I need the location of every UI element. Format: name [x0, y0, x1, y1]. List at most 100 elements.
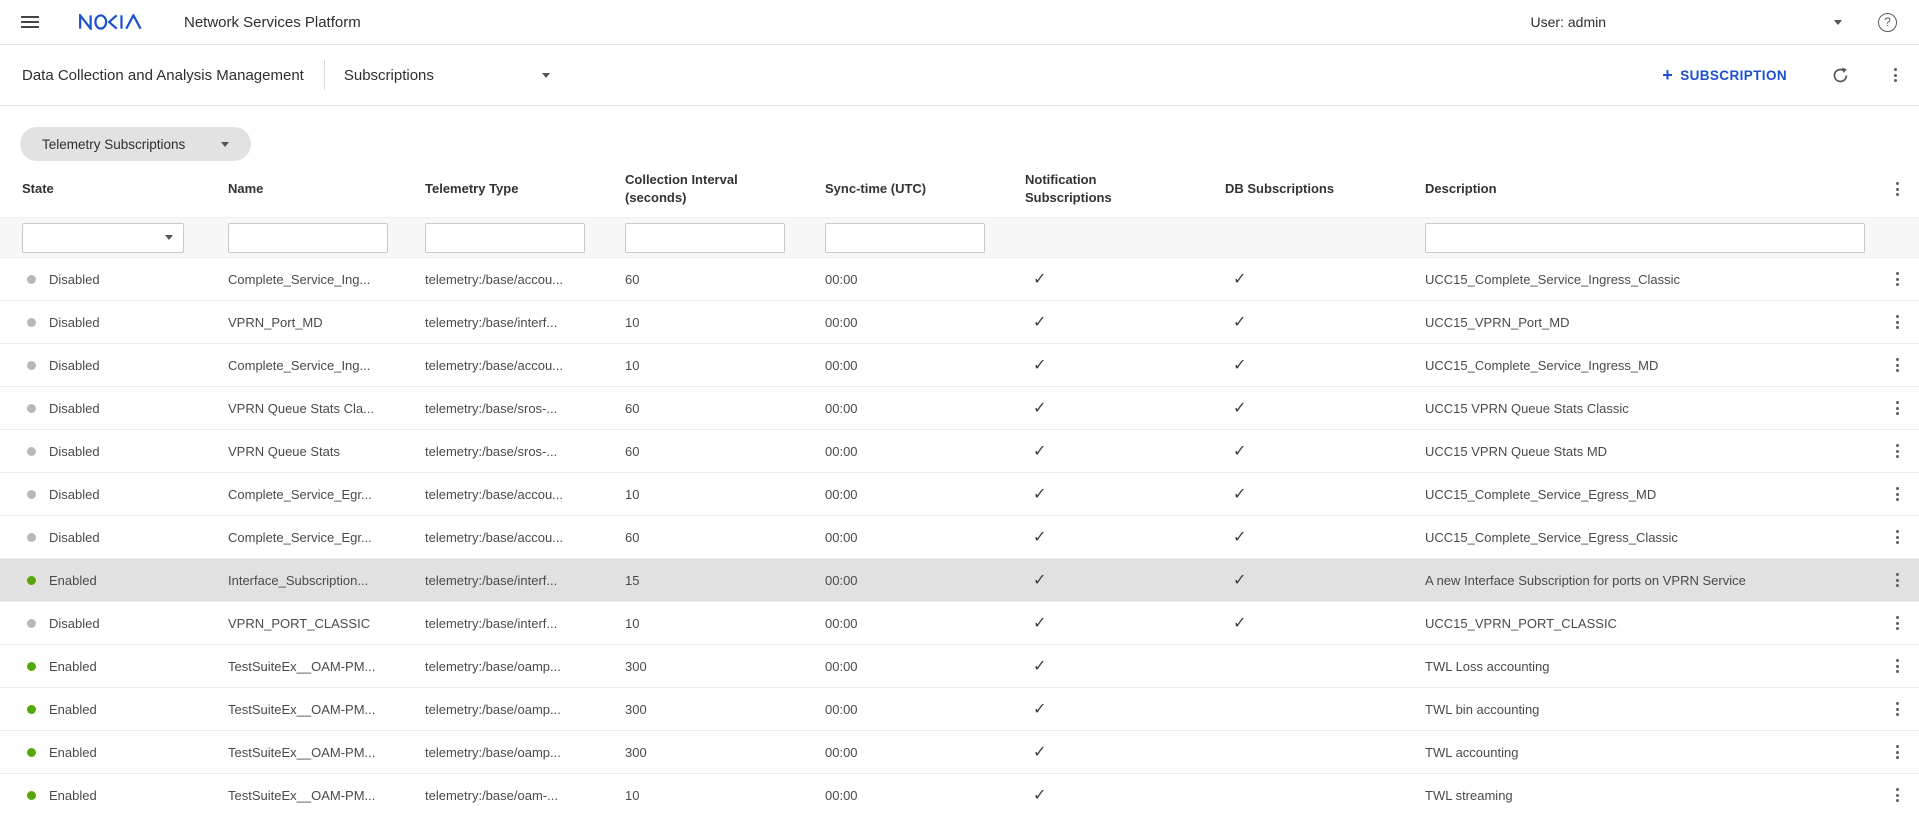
- sync-time-filter-input[interactable]: [825, 223, 985, 253]
- row-actions-menu[interactable]: [1892, 567, 1903, 592]
- sync-time-cell: 00:00: [825, 272, 1025, 287]
- state-label: Disabled: [49, 272, 100, 287]
- collection-interval-cell: 10: [625, 788, 825, 803]
- telemetry-type-filter-input[interactable]: [425, 223, 585, 253]
- plus-icon: +: [1662, 65, 1673, 86]
- name-cell: Complete_Service_Egr...: [228, 530, 425, 545]
- collection-interval-filter-input[interactable]: [625, 223, 785, 253]
- table-row[interactable]: Disabled VPRN_Port_MD telemetry:/base/in…: [0, 301, 1919, 344]
- table-settings-menu[interactable]: [1892, 176, 1903, 201]
- sync-time-cell: 00:00: [825, 401, 1025, 416]
- add-subscription-button[interactable]: + SUBSCRIPTION: [1662, 65, 1787, 86]
- telemetry-type-cell: telemetry:/base/accou...: [425, 487, 625, 502]
- collection-interval-cell: 300: [625, 659, 825, 674]
- row-actions-menu[interactable]: [1892, 438, 1903, 463]
- table-row[interactable]: Enabled TestSuiteEx__OAM-PM... telemetry…: [0, 731, 1919, 774]
- help-icon[interactable]: ?: [1878, 13, 1897, 32]
- notification-check: ✓: [1025, 742, 1225, 762]
- row-actions-menu[interactable]: [1892, 610, 1903, 635]
- table-row[interactable]: Disabled Complete_Service_Egr... telemet…: [0, 473, 1919, 516]
- description-cell: UCC15 VPRN Queue Stats MD: [1425, 444, 1875, 459]
- table-row[interactable]: Disabled Complete_Service_Ing... telemet…: [0, 258, 1919, 301]
- name-cell: Complete_Service_Egr...: [228, 487, 425, 502]
- table-row[interactable]: Enabled Interface_Subscription... teleme…: [0, 559, 1919, 602]
- table-filter-row: [0, 217, 1919, 258]
- telemetry-type-cell: telemetry:/base/accou...: [425, 358, 625, 373]
- table-row[interactable]: Enabled TestSuiteEx__OAM-PM... telemetry…: [0, 688, 1919, 731]
- chip-label: Telemetry Subscriptions: [42, 137, 185, 152]
- table-row[interactable]: Disabled Complete_Service_Egr... telemet…: [0, 516, 1919, 559]
- view-selector-dropdown[interactable]: Subscriptions: [344, 67, 550, 84]
- hamburger-menu-icon[interactable]: [21, 13, 39, 31]
- table-row[interactable]: Enabled TestSuiteEx__OAM-PM... telemetry…: [0, 774, 1919, 815]
- collection-interval-cell: 300: [625, 745, 825, 760]
- telemetry-type-cell: telemetry:/base/accou...: [425, 272, 625, 287]
- row-actions-menu[interactable]: [1892, 739, 1903, 764]
- table-row[interactable]: Disabled Complete_Service_Ing... telemet…: [0, 344, 1919, 387]
- notification-check: ✓: [1025, 441, 1225, 461]
- row-actions-menu[interactable]: [1892, 653, 1903, 678]
- name-filter-input[interactable]: [228, 223, 388, 253]
- state-label: Enabled: [49, 659, 97, 674]
- db-check: ✓: [1225, 484, 1425, 504]
- column-header-state[interactable]: State: [22, 180, 172, 198]
- description-filter-input[interactable]: [1425, 223, 1865, 253]
- state-dot: [27, 748, 36, 757]
- notification-check: ✓: [1025, 699, 1225, 719]
- collection-interval-cell: 10: [625, 487, 825, 502]
- column-header-description[interactable]: Description: [1425, 180, 1575, 198]
- description-cell: UCC15_Complete_Service_Egress_MD: [1425, 487, 1875, 502]
- row-actions-menu[interactable]: [1892, 782, 1903, 807]
- row-actions-menu[interactable]: [1892, 524, 1903, 549]
- column-header-collection-interval[interactable]: Collection Interval (seconds): [625, 171, 775, 206]
- description-cell: UCC15_Complete_Service_Ingress_Classic: [1425, 272, 1875, 287]
- table-row[interactable]: Enabled TestSuiteEx__OAM-PM... telemetry…: [0, 645, 1919, 688]
- sync-time-cell: 00:00: [825, 659, 1025, 674]
- page-toolbar: Data Collection and Analysis Management …: [0, 45, 1919, 106]
- name-cell: TestSuiteEx__OAM-PM...: [228, 659, 425, 674]
- db-check: ✓: [1225, 355, 1425, 375]
- telemetry-type-cell: telemetry:/base/oamp...: [425, 659, 625, 674]
- view-selector-value: Subscriptions: [344, 67, 434, 84]
- row-actions-menu[interactable]: [1892, 395, 1903, 420]
- name-cell: VPRN Queue Stats Cla...: [228, 401, 425, 416]
- state-filter-select[interactable]: [22, 223, 184, 253]
- breadcrumb: Data Collection and Analysis Management: [22, 67, 304, 84]
- sync-time-cell: 00:00: [825, 358, 1025, 373]
- row-actions-menu[interactable]: [1892, 266, 1903, 291]
- column-header-sync-time[interactable]: Sync-time (UTC): [825, 180, 975, 198]
- notification-check: ✓: [1025, 312, 1225, 332]
- row-actions-menu[interactable]: [1892, 352, 1903, 377]
- row-actions-menu[interactable]: [1892, 309, 1903, 334]
- user-menu[interactable]: User: admin: [1531, 14, 1842, 30]
- collection-interval-cell: 60: [625, 401, 825, 416]
- row-actions-menu[interactable]: [1892, 481, 1903, 506]
- state-dot: [27, 576, 36, 585]
- refresh-button[interactable]: [1831, 66, 1850, 85]
- table-row[interactable]: Disabled VPRN_PORT_CLASSIC telemetry:/ba…: [0, 602, 1919, 645]
- row-actions-menu[interactable]: [1892, 696, 1903, 721]
- telemetry-type-cell: telemetry:/base/oamp...: [425, 702, 625, 717]
- sync-time-cell: 00:00: [825, 530, 1025, 545]
- table-row[interactable]: Disabled VPRN Queue Stats telemetry:/bas…: [0, 430, 1919, 473]
- collection-interval-cell: 60: [625, 272, 825, 287]
- table-row[interactable]: Disabled VPRN Queue Stats Cla... telemet…: [0, 387, 1919, 430]
- description-cell: TWL streaming: [1425, 788, 1875, 803]
- column-header-db-subscriptions[interactable]: DB Subscriptions: [1225, 180, 1375, 198]
- chevron-down-icon: [542, 73, 550, 78]
- telemetry-subscriptions-chip[interactable]: Telemetry Subscriptions: [20, 127, 251, 161]
- notification-check: ✓: [1025, 269, 1225, 289]
- state-label: Disabled: [49, 358, 100, 373]
- column-header-notification-subscriptions[interactable]: Notification Subscriptions: [1025, 171, 1175, 206]
- toolbar-divider: [324, 60, 325, 90]
- column-header-name[interactable]: Name: [228, 180, 378, 198]
- state-label: Disabled: [49, 444, 100, 459]
- name-cell: TestSuiteEx__OAM-PM...: [228, 788, 425, 803]
- state-dot: [27, 404, 36, 413]
- name-cell: Complete_Service_Ing...: [228, 272, 425, 287]
- toolbar-overflow-menu[interactable]: [1890, 62, 1901, 87]
- sync-time-cell: 00:00: [825, 616, 1025, 631]
- state-label: Disabled: [49, 315, 100, 330]
- column-header-telemetry-type[interactable]: Telemetry Type: [425, 180, 575, 198]
- description-cell: UCC15_Complete_Service_Ingress_MD: [1425, 358, 1875, 373]
